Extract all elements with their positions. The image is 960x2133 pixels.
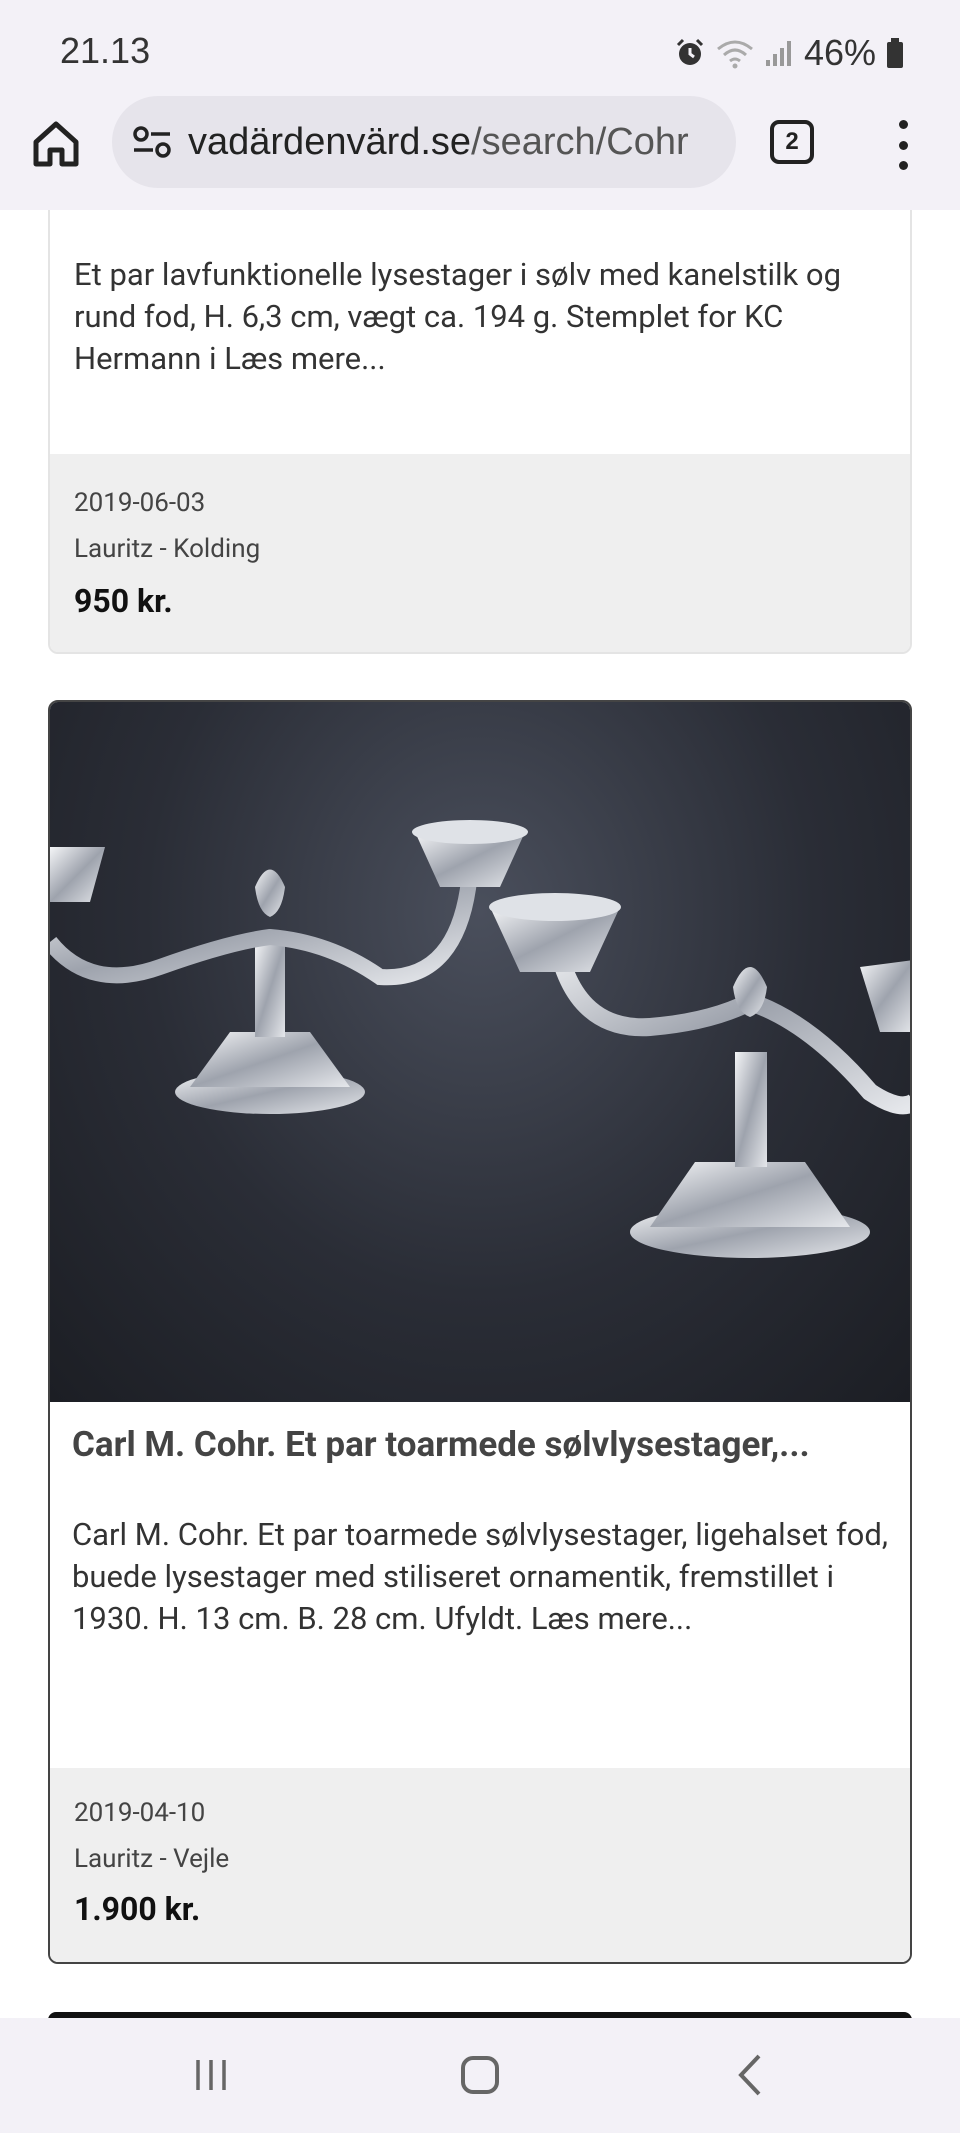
status-icons: 46% [674, 28, 904, 78]
battery-icon [887, 38, 903, 68]
home-icon[interactable] [461, 2056, 499, 2094]
site-settings-icon[interactable] [132, 122, 172, 162]
url-text[interactable]: vadärdenvärd.se/search/Cohr [188, 116, 724, 168]
result-description: Et par lavfunktionelle lysestager i sølv… [74, 256, 842, 377]
signal-icon [765, 41, 791, 66]
recents-icon[interactable] [192, 2056, 230, 2094]
result-footer: 2019-04-10 Lauritz - Vejle 1.900 kr. [50, 1768, 910, 1962]
candelabra-illustration [50, 820, 910, 1258]
result-price: 950 kr. [74, 582, 173, 620]
result-price: 1.900 kr. [74, 1890, 201, 1928]
result-card[interactable]: Carl M. Cohr. Et par toarmede sølvlysest… [48, 700, 912, 1964]
navigation-bar [0, 2018, 960, 2133]
result-auction-house: Lauritz - Kolding [74, 534, 261, 564]
search-results: Et par lavfunktionelle lysestager i sølv… [0, 210, 960, 2018]
address-bar[interactable]: vadärdenvärd.se/search/Cohr [112, 96, 736, 188]
result-date: 2019-06-03 [74, 488, 206, 518]
two-silver-candelabras-photo[interactable] [50, 702, 910, 1402]
battery-percentage: 46% [803, 32, 876, 73]
result-card[interactable]: Et par lavfunktionelle lysestager i sølv… [48, 210, 912, 654]
more-vert-icon[interactable] [890, 120, 916, 170]
url-domain: vadärdenvärd.se [188, 121, 472, 163]
tabs-button[interactable]: 2 [770, 120, 814, 164]
url-path: /search/Cohr [471, 121, 689, 163]
result-title[interactable]: Carl M. Cohr. Et par toarmede sølvlysest… [72, 1424, 892, 1465]
result-description: Carl M. Cohr. Et par toarmede sølvlysest… [72, 1516, 888, 1637]
browser-toolbar: vadärdenvärd.se/search/Cohr 2 [0, 96, 960, 212]
home-icon[interactable] [30, 118, 82, 170]
back-icon[interactable] [735, 2052, 765, 2098]
result-auction-house: Lauritz - Vejle [74, 1844, 230, 1874]
status-time: 21.13 [60, 30, 151, 71]
alarm-icon [676, 38, 703, 65]
wifi-icon [716, 40, 753, 69]
result-footer: 2019-06-03 Lauritz - Kolding 950 kr. [50, 454, 910, 652]
status-bar: 21.13 46% [0, 0, 960, 96]
result-date: 2019-04-10 [74, 1798, 206, 1828]
